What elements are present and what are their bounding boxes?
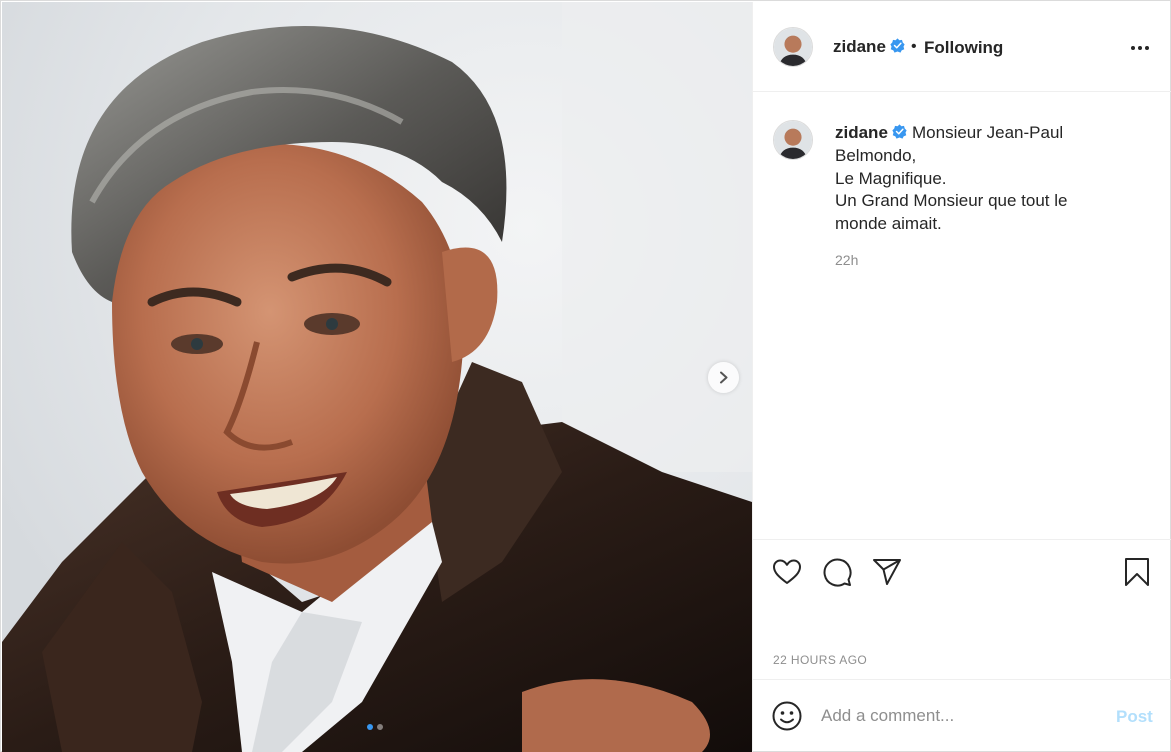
next-image-button[interactable] bbox=[708, 362, 739, 393]
post-header: zidane • Following bbox=[753, 2, 1171, 92]
avatar[interactable] bbox=[773, 27, 813, 67]
post-caption: zidane Monsieur Jean-Paul Belmondo, Le M… bbox=[753, 92, 1171, 539]
comment-button[interactable] bbox=[821, 556, 853, 588]
caption-line: monde aimait. bbox=[835, 213, 942, 233]
caption-username[interactable]: zidane bbox=[835, 123, 888, 143]
post-details-panel: zidane • Following zidane Monsieur Jean-… bbox=[752, 2, 1171, 752]
comment-bar: Post bbox=[753, 679, 1171, 752]
comment-icon bbox=[823, 558, 852, 587]
caption-text: Monsieur Jean-Paul bbox=[912, 123, 1064, 142]
carousel-dot bbox=[367, 724, 373, 730]
posted-time: 22 HOURS AGO bbox=[773, 653, 868, 667]
carousel-dot bbox=[377, 724, 383, 730]
action-bar: 22 HOURS AGO bbox=[753, 539, 1171, 679]
portrait-photo bbox=[2, 2, 752, 752]
save-button[interactable] bbox=[1121, 556, 1153, 588]
caption-line: Belmondo, bbox=[835, 146, 917, 165]
caption-body: Belmondo, Le Magnifique. Un Grand Monsie… bbox=[835, 145, 1135, 235]
emoji-icon[interactable] bbox=[771, 700, 803, 732]
heart-icon bbox=[773, 559, 801, 584]
instagram-post: zidane • Following zidane Monsieur Jean-… bbox=[0, 0, 1171, 752]
chevron-right-icon bbox=[720, 371, 728, 384]
bookmark-icon bbox=[1125, 558, 1149, 586]
verified-badge-icon bbox=[892, 124, 907, 139]
post-comment-button[interactable]: Post bbox=[1116, 707, 1153, 727]
share-icon bbox=[873, 559, 901, 585]
following-button[interactable]: Following bbox=[924, 38, 1003, 58]
more-options-icon[interactable] bbox=[1129, 37, 1151, 59]
carousel-dots bbox=[367, 724, 383, 730]
caption-timestamp[interactable]: 22h bbox=[835, 252, 858, 268]
caption-line: Un Grand Monsieur que tout le bbox=[835, 191, 1068, 210]
separator-dot: • bbox=[911, 38, 917, 55]
avatar[interactable] bbox=[773, 120, 813, 160]
share-button[interactable] bbox=[871, 556, 903, 588]
like-button[interactable] bbox=[771, 556, 803, 588]
header-username[interactable]: zidane bbox=[833, 37, 886, 57]
comment-input[interactable] bbox=[821, 702, 1091, 730]
verified-badge-icon bbox=[890, 38, 905, 53]
post-image[interactable] bbox=[2, 2, 752, 752]
caption-line: Le Magnifique. bbox=[835, 168, 947, 188]
